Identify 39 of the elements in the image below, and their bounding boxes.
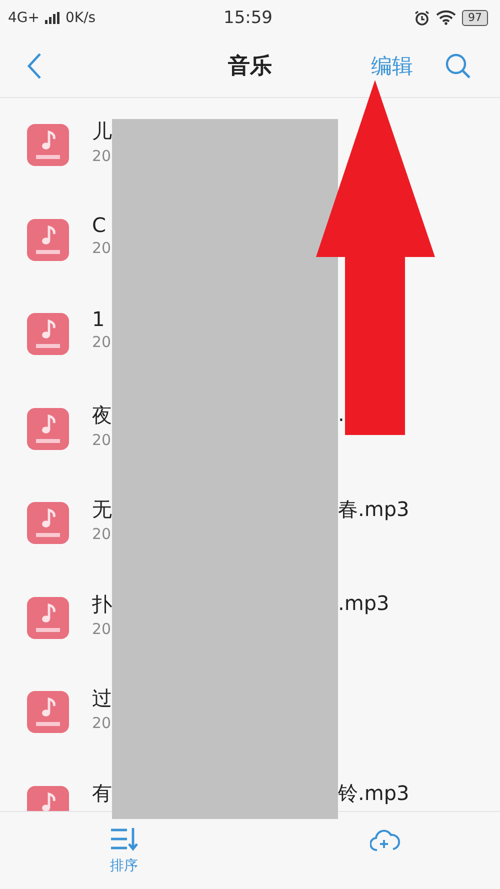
network-type: 4G+ xyxy=(8,10,40,26)
wifi-icon xyxy=(436,10,456,25)
edit-button[interactable]: 编辑 xyxy=(371,52,413,80)
song-title: 夜 xyxy=(92,402,113,429)
back-icon[interactable] xyxy=(26,52,42,80)
song-title: .mp3 xyxy=(338,590,390,617)
song-title: 无 xyxy=(92,496,113,524)
network-speed: 0K/s xyxy=(66,10,96,26)
song-title: C xyxy=(92,212,107,237)
music-file-icon xyxy=(27,596,69,639)
music-file-icon xyxy=(27,313,69,356)
song-title: 过 xyxy=(92,685,113,712)
song-title: 有 xyxy=(92,780,113,807)
song-title: 儿 xyxy=(92,118,113,146)
song-title: 春.mp3 xyxy=(338,496,410,524)
song-date: 20 xyxy=(92,714,112,732)
sort-button[interactable]: 排序 xyxy=(110,826,138,874)
song-date: 20 xyxy=(92,525,112,544)
song-title: 铃.mp3 xyxy=(338,780,410,807)
cloud-upload-icon[interactable] xyxy=(370,828,400,850)
page-title: 音乐 xyxy=(228,52,272,81)
music-file-icon xyxy=(27,218,69,261)
song-date: 20 xyxy=(92,620,112,638)
clock-time: 15:59 xyxy=(224,8,272,28)
signal-icon xyxy=(44,12,60,24)
search-icon[interactable] xyxy=(445,53,471,79)
song-title: . xyxy=(338,402,344,428)
music-file-icon xyxy=(27,408,69,450)
song-date: 20 xyxy=(92,238,112,257)
song-date: 20 xyxy=(92,333,112,352)
alarm-clock-icon xyxy=(414,10,430,26)
song-title: 1 xyxy=(92,307,106,332)
song-date: 20 xyxy=(92,147,112,166)
music-file-icon xyxy=(27,502,69,544)
music-file-icon xyxy=(27,691,69,734)
song-title: 扑 xyxy=(92,590,113,618)
song-date: 20 xyxy=(92,430,112,449)
battery-level: 97 xyxy=(462,10,488,26)
music-file-icon xyxy=(27,124,69,166)
